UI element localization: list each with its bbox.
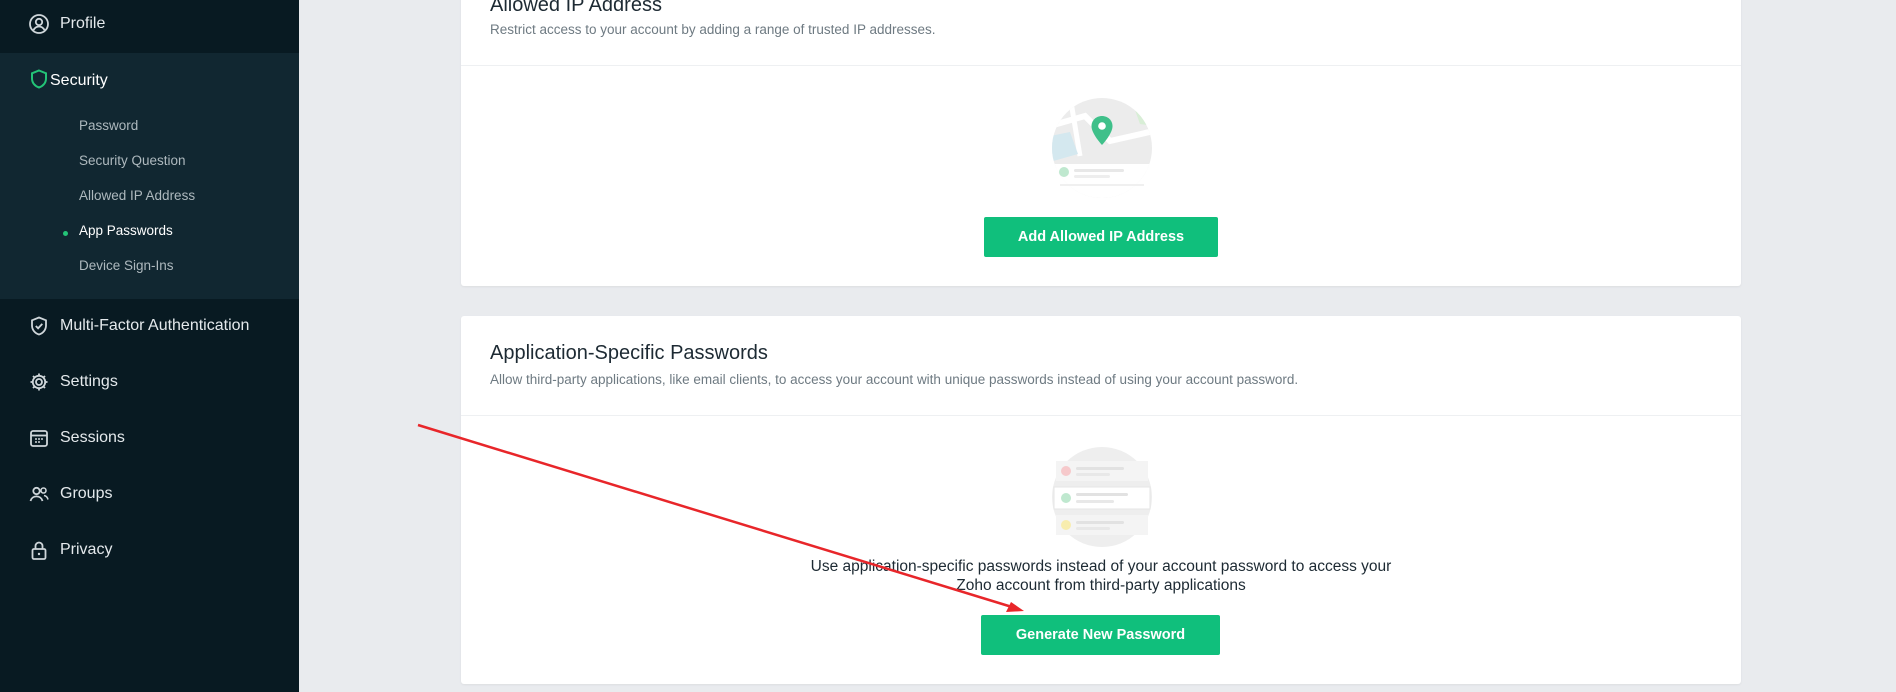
shield-check-icon: [28, 315, 50, 337]
sidebar-item-sessions[interactable]: Sessions: [0, 412, 299, 464]
sidebar-item-label: Groups: [60, 485, 113, 502]
sidebar-item-settings[interactable]: Settings: [0, 356, 299, 408]
add-allowed-ip-address-button[interactable]: Add Allowed IP Address: [984, 217, 1218, 257]
generate-new-password-button[interactable]: Generate New Password: [981, 615, 1220, 655]
password-list-illustration: [1050, 445, 1154, 554]
empty-state-text-line-2: Zoho account from third-party applicatio…: [956, 577, 1246, 594]
app-passwords-card: Application-Specific Passwords Allow thi…: [461, 316, 1741, 684]
groups-icon: [28, 483, 50, 505]
sidebar-subitem-allowed-ip-address[interactable]: Allowed IP Address: [79, 181, 195, 209]
calendar-icon: [28, 427, 50, 449]
divider: [461, 415, 1741, 416]
sidebar-item-label: Profile: [60, 15, 106, 32]
allowed-ip-description: Restrict access to your account by addin…: [490, 22, 936, 37]
map-pin-illustration: [1050, 96, 1154, 205]
sidebar-item-profile[interactable]: Profile: [0, 0, 299, 50]
sidebar-subitem-password[interactable]: Password: [79, 111, 138, 139]
sidebar-subitem-app-passwords[interactable]: App Passwords: [79, 216, 173, 244]
sidebar-item-groups[interactable]: Groups: [0, 468, 299, 520]
sidebar-item-label: Security: [50, 72, 108, 89]
sidebar-item-label: Privacy: [60, 541, 113, 558]
active-indicator-dot: [63, 231, 68, 236]
sidebar-item-privacy[interactable]: Privacy: [0, 524, 299, 576]
sidebar-subitem-security-question[interactable]: Security Question: [79, 146, 186, 174]
shield-icon: [28, 68, 50, 95]
allowed-ip-card: Allowed IP Address Restrict access to yo…: [461, 0, 1741, 286]
sidebar-item-label: Multi-Factor Authentication: [60, 317, 250, 334]
sidebar: Profile Security Password Security Quest…: [0, 0, 299, 692]
sidebar-item-multi-factor-authentication[interactable]: Multi-Factor Authentication: [0, 300, 299, 352]
empty-state-text-line-1: Use application-specific passwords inste…: [810, 558, 1392, 575]
app-passwords-title: Application-Specific Passwords: [490, 342, 768, 364]
gear-icon: [28, 371, 50, 393]
divider: [461, 65, 1741, 66]
sidebar-item-label: Settings: [60, 373, 118, 390]
sidebar-subitem-device-sign-ins[interactable]: Device Sign-Ins: [79, 251, 174, 279]
sidebar-item-label: Sessions: [60, 429, 125, 446]
app-passwords-description: Allow third-party applications, like ema…: [490, 372, 1299, 387]
allowed-ip-title: Allowed IP Address: [490, 0, 662, 16]
security-section: Security Password Security Question Allo…: [0, 53, 299, 299]
sidebar-item-security[interactable]: Security: [0, 53, 299, 109]
lock-icon: [28, 539, 50, 561]
profile-icon: [28, 13, 50, 35]
